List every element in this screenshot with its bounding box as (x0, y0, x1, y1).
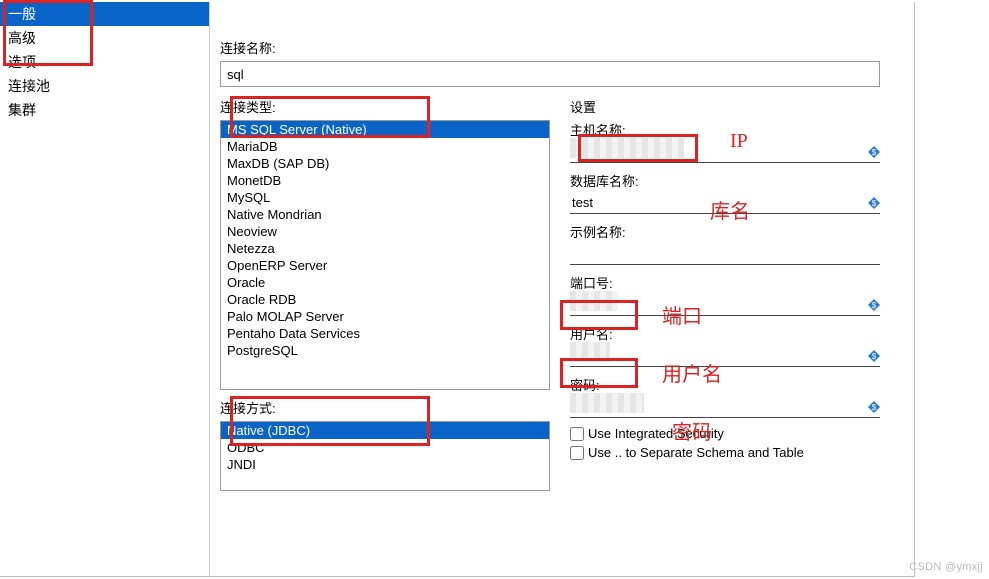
sidebar-item-general[interactable]: 一般 (0, 2, 209, 26)
cb-integrated-security-box[interactable] (570, 427, 584, 441)
connection-method-listbox[interactable]: Native (JDBC) ODBC JNDI (220, 421, 550, 491)
cb-integrated-security[interactable]: Use Integrated Security (570, 426, 890, 441)
host-group: 主机名称: $ (570, 120, 890, 163)
cb-separate-schema-box[interactable] (570, 446, 584, 460)
port-label: 端口号: (570, 273, 890, 292)
cb-integrated-security-label: Use Integrated Security (588, 426, 724, 441)
instance-group: 示例名称: (570, 222, 890, 265)
connection-name-label: 连接名称: (220, 38, 904, 57)
instance-label: 示例名称: (570, 222, 890, 241)
variable-icon[interactable]: $ (868, 401, 880, 413)
variable-icon[interactable]: $ (868, 197, 880, 209)
right-column: 设置 主机名称: $ 数据库名称: $ (570, 97, 890, 491)
sidebar-item-cluster[interactable]: 集群 (0, 98, 209, 122)
sidebar: 一般 高级 选项 连接池 集群 (0, 2, 210, 576)
conn-method-native[interactable]: Native (JDBC) (221, 422, 549, 439)
host-label: 主机名称: (570, 120, 890, 139)
instance-input[interactable] (570, 246, 880, 261)
conn-type-monetdb[interactable]: MonetDB (221, 172, 549, 189)
conn-type-oracle[interactable]: Oracle (221, 274, 549, 291)
svg-text:$: $ (872, 352, 877, 361)
cb-separate-schema-label: Use .. to Separate Schema and Table (588, 445, 804, 460)
dialog-window: 一般 高级 选项 连接池 集群 连接名称: 连接类型: MS SQL Serve… (0, 2, 915, 577)
conn-type-mondrian[interactable]: Native Mondrian (221, 206, 549, 223)
db-input[interactable] (570, 195, 864, 210)
password-label: 密码: (570, 375, 890, 394)
conn-type-openerp[interactable]: OpenERP Server (221, 257, 549, 274)
conn-type-mysql[interactable]: MySQL (221, 189, 549, 206)
svg-text:$: $ (872, 148, 877, 157)
sidebar-item-options[interactable]: 选项 (0, 50, 209, 74)
conn-type-oraclerdb[interactable]: Oracle RDB (221, 291, 549, 308)
sidebar-item-pool[interactable]: 连接池 (0, 74, 209, 98)
conn-method-jndi[interactable]: JNDI (221, 456, 549, 473)
variable-icon[interactable]: $ (868, 299, 880, 311)
connection-name-group: 连接名称: (220, 38, 904, 87)
user-group: 用户名: $ (570, 324, 890, 367)
svg-text:$: $ (872, 301, 877, 310)
svg-text:$: $ (872, 199, 877, 208)
cb-separate-schema[interactable]: Use .. to Separate Schema and Table (570, 445, 890, 460)
user-input[interactable] (570, 348, 864, 363)
settings-title: 设置 (570, 97, 890, 116)
conn-method-odbc[interactable]: ODBC (221, 439, 549, 456)
variable-icon[interactable]: $ (868, 350, 880, 362)
svg-text:$: $ (872, 403, 877, 412)
conn-type-mariadb[interactable]: MariaDB (221, 138, 549, 155)
conn-type-netezza[interactable]: Netezza (221, 240, 549, 257)
conn-type-pentaho[interactable]: Pentaho Data Services (221, 325, 549, 342)
conn-type-postgresql[interactable]: PostgreSQL (221, 342, 549, 359)
conn-type-neoview[interactable]: Neoview (221, 223, 549, 240)
db-label: 数据库名称: (570, 171, 890, 190)
left-column: 连接类型: MS SQL Server (Native) MariaDB Max… (220, 97, 550, 491)
connection-method-label: 连接方式: (220, 398, 550, 417)
connection-name-input[interactable] (220, 61, 880, 87)
conn-type-maxdb[interactable]: MaxDB (SAP DB) (221, 155, 549, 172)
conn-type-palo[interactable]: Palo MOLAP Server (221, 308, 549, 325)
variable-icon[interactable]: $ (868, 146, 880, 158)
watermark: CSDN @ymxjj (909, 561, 983, 573)
db-group: 数据库名称: $ (570, 171, 890, 214)
sidebar-item-advanced[interactable]: 高级 (0, 26, 209, 50)
connection-type-listbox[interactable]: MS SQL Server (Native) MariaDB MaxDB (SA… (220, 120, 550, 390)
password-group: 密码: $ (570, 375, 890, 418)
connection-type-label: 连接类型: (220, 97, 550, 116)
conn-type-mssql[interactable]: MS SQL Server (Native) (221, 121, 549, 138)
main-panel: 连接名称: 连接类型: MS SQL Server (Native) Maria… (210, 2, 914, 576)
user-label: 用户名: (570, 324, 890, 343)
port-group: 端口号: $ (570, 273, 890, 316)
